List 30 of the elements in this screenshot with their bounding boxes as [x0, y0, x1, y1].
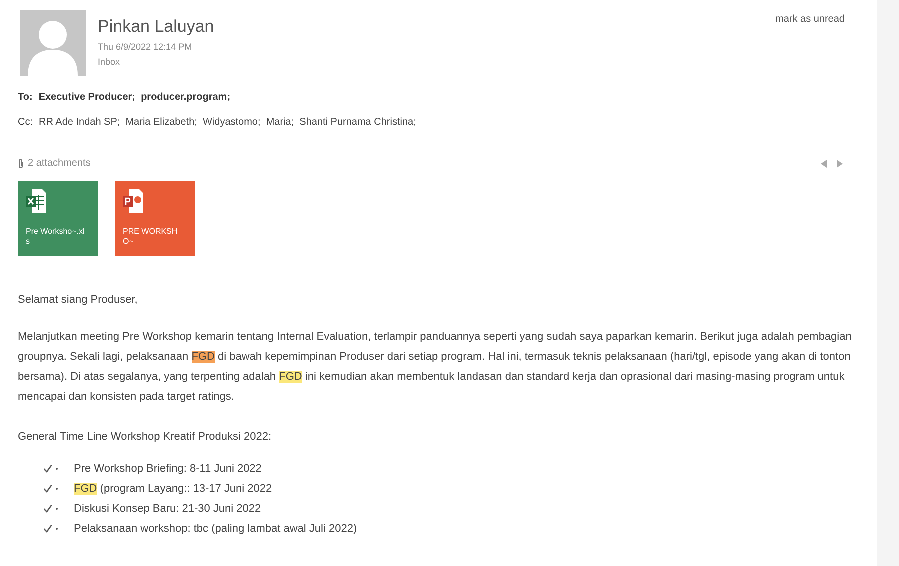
- attachment-tile[interactable]: Pre Worksho~.xls: [18, 181, 98, 256]
- timeline-title: General Time Line Workshop Kreatif Produksi 2022:: [18, 430, 273, 444]
- checkmark-icon: [44, 465, 60, 473]
- sender-name: Pinkan Laluyan: [98, 16, 214, 38]
- attachment-name: PRE WORKSHO~: [123, 227, 179, 247]
- folder-label: Inbox: [98, 56, 122, 69]
- checkmark-icon: [44, 505, 60, 513]
- timeline-item: Pre Workshop Briefing: 8-11 Juni 2022: [74, 462, 262, 477]
- previous-icon[interactable]: [821, 160, 827, 168]
- sent-date: Thu 6/9/2022 12:14 PM: [98, 41, 194, 54]
- timeline-item: Diskusi Konsep Baru: 21-30 Juni 2022: [74, 502, 262, 517]
- cc-label: Cc:: [18, 116, 33, 130]
- checkmark-icon: [44, 485, 60, 493]
- mark-unread-link[interactable]: mark as unread: [776, 12, 845, 27]
- attachment-name: Pre Worksho~.xls: [26, 227, 86, 247]
- attachment-tile[interactable]: PRE WORKSHO~: [115, 181, 195, 256]
- avatar-icon: [20, 10, 86, 76]
- document-icon: [123, 189, 143, 213]
- body-paragraph: Melanjutkan meeting Pre Workshop kemarin tentang Internal Evaluation, terlampir panduannya seperti yang sudah saya paparkan kemarin. Berikut juga adalah pembagian groupnya. Sekali lagi, pelaksanaan FGD di bawah kepemimpinan Produser dari setiap program. Hal ini, termasuk teknis pelaksanaan (hari/tgl, episode yang akan di tonton bersama). Di atas segalanya, yang terpenting adalah FGD ini kemudian akan membentuk landasan dan standard kerja dan oprasional dari masing-masing program untuk mencapai dan konsisten pada target ratings.: [18, 330, 853, 404]
- greeting-text: Selamat siang Produser,: [18, 293, 139, 308]
- to-label: To:: [18, 91, 33, 105]
- document-icon: [26, 189, 46, 213]
- timeline-item: FGD (program Layang:: 13-17 Juni 2022: [74, 482, 272, 497]
- attachments-label: 2 attachments: [28, 157, 91, 171]
- to-recipients: Executive Producer; producer.program;: [38, 91, 231, 105]
- checkmark-icon: [44, 525, 60, 533]
- paperclip-icon: [18, 158, 24, 168]
- cc-recipients: RR Ade Indah SP; Maria Elizabeth; Widyastomo; Maria; Shanti Purnama Christina;: [39, 116, 416, 130]
- next-icon[interactable]: [837, 160, 843, 168]
- timeline-item: Pelaksanaan workshop: tbc (paling lambat awal Juli 2022): [74, 522, 358, 537]
